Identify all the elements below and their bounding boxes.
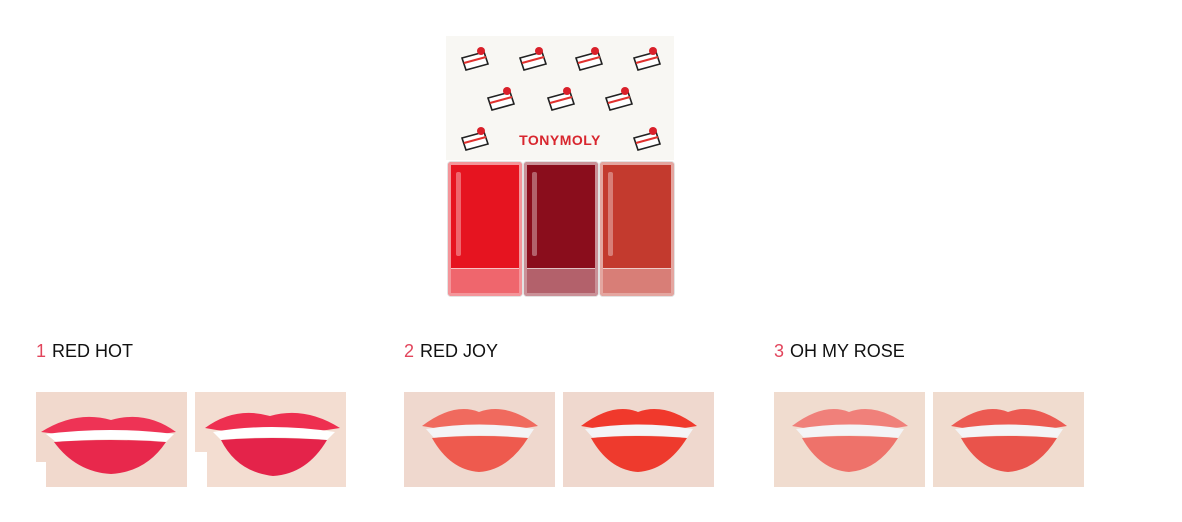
shade-name: RED JOY xyxy=(420,341,499,361)
lip-swatch-image xyxy=(36,392,187,487)
cake-slice-icon xyxy=(486,87,516,111)
lip-swatch-image xyxy=(774,392,925,487)
cake-slice-icon xyxy=(518,47,548,71)
shade-name: RED HOT xyxy=(52,341,134,361)
lip-swatches xyxy=(404,392,716,488)
shade-title: 3 OH MY ROSE xyxy=(774,340,905,362)
bottle-oh-my-rose xyxy=(600,162,674,296)
cake-slice-icon xyxy=(574,47,604,71)
shade-number: 1 xyxy=(36,341,47,361)
product-image: TONYMOLY xyxy=(446,36,674,300)
lip-swatches xyxy=(774,392,1086,488)
lip-swatch-image xyxy=(563,392,714,487)
bottle-red-hot xyxy=(448,162,522,296)
shade-number: 3 xyxy=(774,341,785,361)
cake-slice-icon xyxy=(632,47,662,71)
brand-logo: TONYMOLY xyxy=(519,132,601,148)
shade-number: 2 xyxy=(404,341,415,361)
lip-swatch-image xyxy=(404,392,555,487)
product-cap: TONYMOLY xyxy=(446,36,674,160)
lip-swatch-image xyxy=(933,392,1084,487)
shade-title: 1 RED HOT xyxy=(36,340,133,362)
lip-swatch-image xyxy=(195,392,346,487)
shade-section-2: 2 RED JOY xyxy=(404,340,714,487)
shade-section-1: 1 RED HOT xyxy=(36,340,346,487)
cake-slice-icon xyxy=(460,47,490,71)
bottle-red-joy xyxy=(524,162,598,296)
shade-section-3: 3 OH MY ROSE xyxy=(774,340,1084,487)
lip-swatches xyxy=(36,392,348,488)
shade-name: OH MY ROSE xyxy=(790,341,905,361)
cake-slice-icon xyxy=(604,87,634,111)
cake-slice-icon xyxy=(546,87,576,111)
shade-title: 2 RED JOY xyxy=(404,340,498,362)
tint-bottles xyxy=(446,158,674,300)
